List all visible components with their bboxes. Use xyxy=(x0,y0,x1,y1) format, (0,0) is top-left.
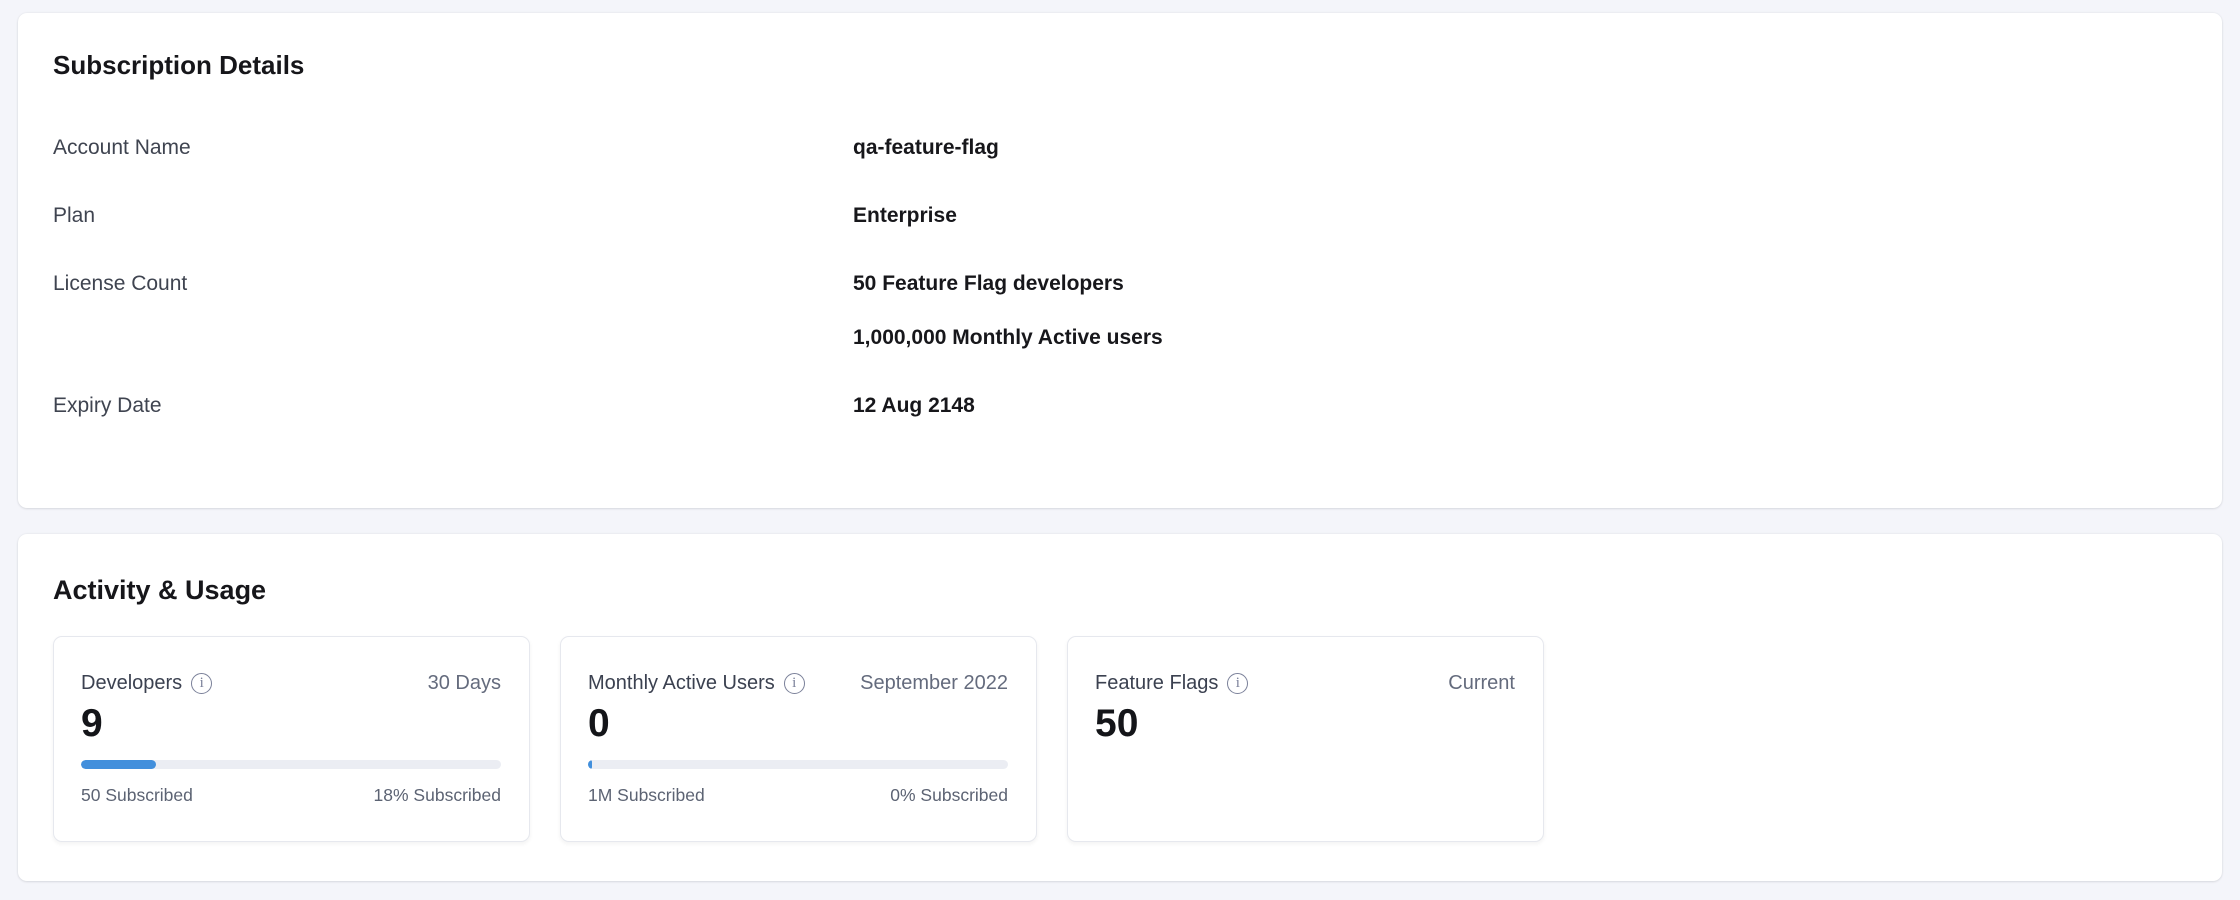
activity-usage-title: Activity & Usage xyxy=(53,574,2182,606)
information-icon-glyph: i xyxy=(1236,676,1240,691)
mau-usage-card: Monthly Active Users i September 2022 0 … xyxy=(560,636,1037,842)
license-count-row: License Count 50 Feature Flag developers… xyxy=(53,269,2182,353)
usage-cards-row: Developers i 30 Days 9 50 Subscribed 18%… xyxy=(53,636,2182,842)
developers-usage-label: Developers xyxy=(81,671,182,695)
developers-usage-header: Developers i 30 Days xyxy=(81,671,501,695)
information-icon[interactable]: i xyxy=(1227,673,1248,694)
developers-progress-bar xyxy=(81,760,501,769)
mau-subscribed-count: 1M Subscribed xyxy=(588,785,705,806)
feature-flags-usage-value: 50 xyxy=(1095,702,1515,746)
information-icon[interactable]: i xyxy=(191,673,212,694)
account-name-value: qa-feature-flag xyxy=(853,133,999,163)
developers-usage-period: 30 Days xyxy=(428,671,501,695)
mau-usage-label: Monthly Active Users xyxy=(588,671,775,695)
plan-value: Enterprise xyxy=(853,201,957,231)
account-name-label: Account Name xyxy=(53,133,853,163)
mau-usage-footer: 1M Subscribed 0% Subscribed xyxy=(588,785,1008,806)
feature-flags-usage-label: Feature Flags xyxy=(1095,671,1218,695)
plan-row: Plan Enterprise xyxy=(53,201,2182,231)
subscription-details-title: Subscription Details xyxy=(53,49,2182,81)
information-icon[interactable]: i xyxy=(784,673,805,694)
developers-usage-card: Developers i 30 Days 9 50 Subscribed 18%… xyxy=(53,636,530,842)
activity-usage-card: Activity & Usage Developers i 30 Days 9 … xyxy=(18,534,2222,881)
mau-usage-period: September 2022 xyxy=(860,671,1008,695)
feature-flags-usage-card: Feature Flags i Current 50 xyxy=(1067,636,1544,842)
mau-usage-value: 0 xyxy=(588,702,1008,746)
license-count-developers-value: 50 Feature Flag developers xyxy=(853,269,1163,299)
expiry-date-value: 12 Aug 2148 xyxy=(853,391,975,421)
mau-usage-header: Monthly Active Users i September 2022 xyxy=(588,671,1008,695)
information-icon-glyph: i xyxy=(200,676,204,691)
information-icon-glyph: i xyxy=(792,676,796,691)
developers-subscribed-percent: 18% Subscribed xyxy=(374,785,501,806)
license-count-mau-value: 1,000,000 Monthly Active users xyxy=(853,323,1163,353)
feature-flags-usage-period: Current xyxy=(1448,671,1515,695)
developers-subscribed-count: 50 Subscribed xyxy=(81,785,193,806)
expiry-date-row: Expiry Date 12 Aug 2148 xyxy=(53,391,2182,421)
mau-progress-fill xyxy=(588,760,592,769)
mau-progress-bar xyxy=(588,760,1008,769)
subscription-details-card: Subscription Details Account Name qa-fea… xyxy=(18,13,2222,508)
mau-subscribed-percent: 0% Subscribed xyxy=(890,785,1008,806)
expiry-date-label: Expiry Date xyxy=(53,391,853,421)
developers-usage-value: 9 xyxy=(81,702,501,746)
feature-flags-usage-header: Feature Flags i Current xyxy=(1095,671,1515,695)
subscription-page: Subscription Details Account Name qa-fea… xyxy=(0,0,2240,900)
developers-usage-footer: 50 Subscribed 18% Subscribed xyxy=(81,785,501,806)
license-count-label: License Count xyxy=(53,269,853,299)
plan-label: Plan xyxy=(53,201,853,231)
developers-progress-fill xyxy=(81,760,156,769)
account-name-row: Account Name qa-feature-flag xyxy=(53,133,2182,163)
